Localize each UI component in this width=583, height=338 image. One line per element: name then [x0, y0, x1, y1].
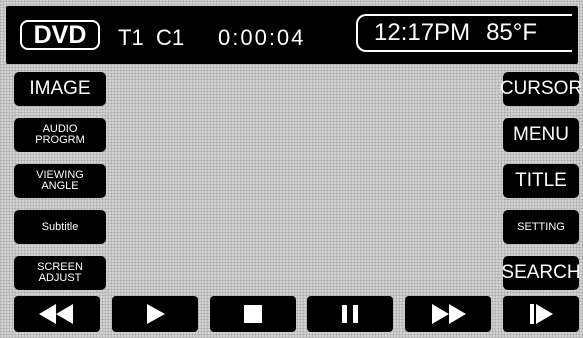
rewind-icon [39, 304, 73, 324]
title-button[interactable]: TITLE [503, 164, 579, 198]
title-number: T1 [118, 25, 144, 50]
pause-icon [342, 305, 358, 323]
stop-button[interactable] [210, 296, 296, 332]
viewing-angle-label-line2: ANGLE [41, 180, 79, 192]
temperature: 85°F [486, 19, 538, 46]
subtitle-label: Subtitle [41, 221, 79, 233]
menu-label: MENU [513, 124, 569, 145]
audio-program-button[interactable]: AUDIO PROGRM [14, 118, 106, 152]
setting-button[interactable]: SETTING [503, 210, 579, 244]
play-button[interactable] [112, 296, 198, 332]
stop-icon [244, 305, 262, 323]
audio-program-label-line2: PROGRM [35, 134, 85, 146]
chapter-number: C1 [156, 25, 185, 50]
clock: 12:17PM [374, 19, 471, 46]
next-chapter-icon [530, 304, 553, 324]
image-button[interactable]: IMAGE [14, 72, 106, 106]
next-chapter-button[interactable] [503, 296, 579, 332]
transport-controls [14, 296, 579, 332]
elapsed-time: 0:00:04 [218, 25, 306, 50]
menu-button[interactable]: MENU [503, 118, 579, 152]
setting-label: SETTING [517, 221, 565, 233]
pause-button[interactable] [307, 296, 393, 332]
search-label: SEARCH [501, 262, 581, 283]
dvd-screen: DVD T1 C1 0:00:04 12:17PM 85°F IMAGE AUDI… [0, 0, 583, 338]
screen-adjust-button[interactable]: SCREEN ADJUST [14, 256, 106, 290]
screen-adjust-label-line2: ADJUST [38, 272, 82, 284]
title-label: TITLE [515, 170, 567, 191]
cursor-label: CURSOR [499, 78, 583, 99]
clock-temp-box: 12:17PM 85°F [356, 14, 572, 52]
image-button-label: IMAGE [29, 78, 91, 99]
cursor-button[interactable]: CURSOR [499, 72, 583, 106]
subtitle-button[interactable]: Subtitle [14, 210, 106, 244]
source-badge: DVD [20, 20, 100, 50]
play-icon [147, 304, 165, 324]
fast-forward-icon [432, 304, 466, 324]
search-button[interactable]: SEARCH [501, 256, 581, 290]
fast-forward-button[interactable] [405, 296, 491, 332]
status-bar: DVD T1 C1 0:00:04 12:17PM 85°F [6, 6, 578, 64]
rewind-button[interactable] [14, 296, 100, 332]
viewing-angle-button[interactable]: VIEWING ANGLE [14, 164, 106, 198]
